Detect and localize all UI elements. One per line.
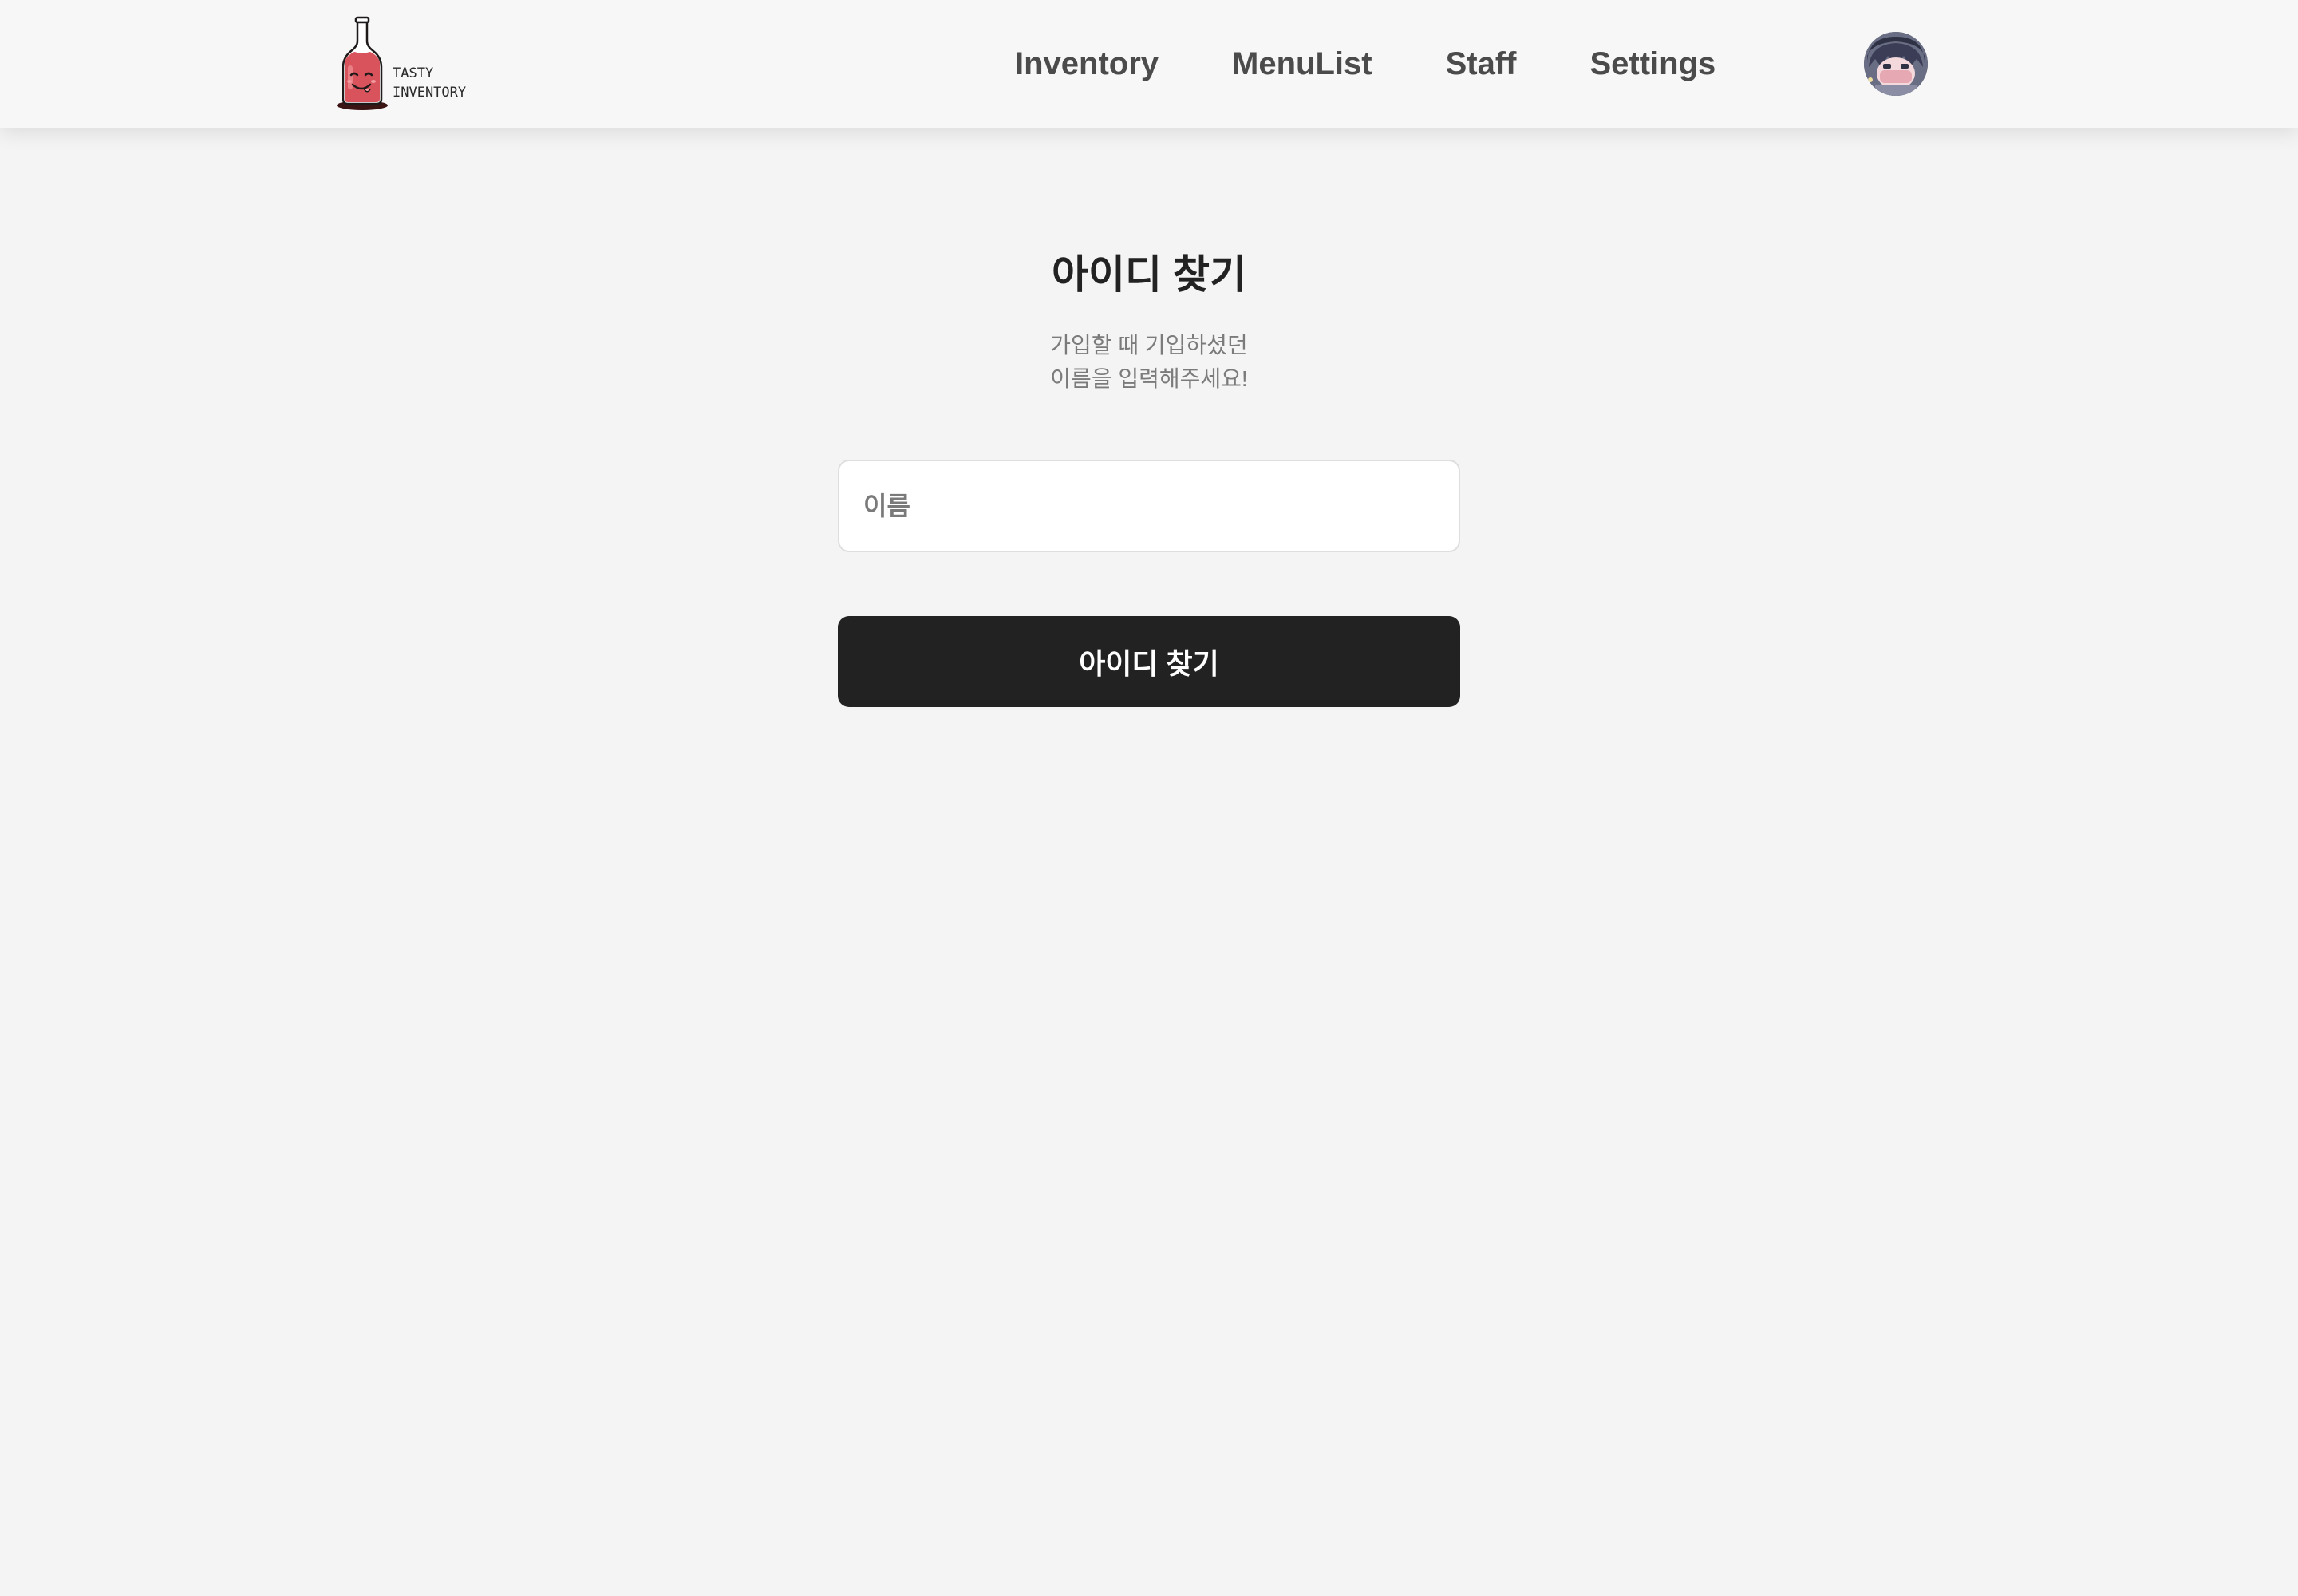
nav-item-settings[interactable]: Settings <box>1589 46 1716 82</box>
bottle-mascot-icon <box>337 16 388 110</box>
nav-item-menulist[interactable]: MenuList <box>1232 46 1372 82</box>
page-title: 아이디 찾기 <box>1052 252 1246 297</box>
find-id-button[interactable]: 아이디 찾기 <box>838 616 1460 707</box>
nav-item-inventory[interactable]: Inventory <box>1015 46 1159 82</box>
user-avatar[interactable] <box>1864 32 1928 96</box>
name-input[interactable] <box>838 460 1460 552</box>
main-nav: Inventory MenuList Staff Settings <box>1015 41 1716 86</box>
brand-name-line2: INVENTORY <box>393 85 467 101</box>
name-input-container <box>838 460 1460 552</box>
brand-name: TASTY INVENTORY <box>393 64 466 102</box>
brand-logo[interactable]: TASTY INVENTORY <box>337 14 472 113</box>
brand-name-line1: TASTY <box>393 65 434 81</box>
nav-item-staff[interactable]: Staff <box>1446 46 1517 82</box>
page-description: 가입할 때 기입하셨던 이름을 입력해주세요! <box>0 329 2298 396</box>
page-description-line2: 이름을 입력해주세요! <box>1050 366 1248 391</box>
user-avatar-icon <box>1864 32 1928 96</box>
top-navigation-bar: TASTY INVENTORY Inventory MenuList Staff… <box>0 0 2298 128</box>
page-description-line1: 가입할 때 기입하셨던 <box>1050 333 1248 358</box>
